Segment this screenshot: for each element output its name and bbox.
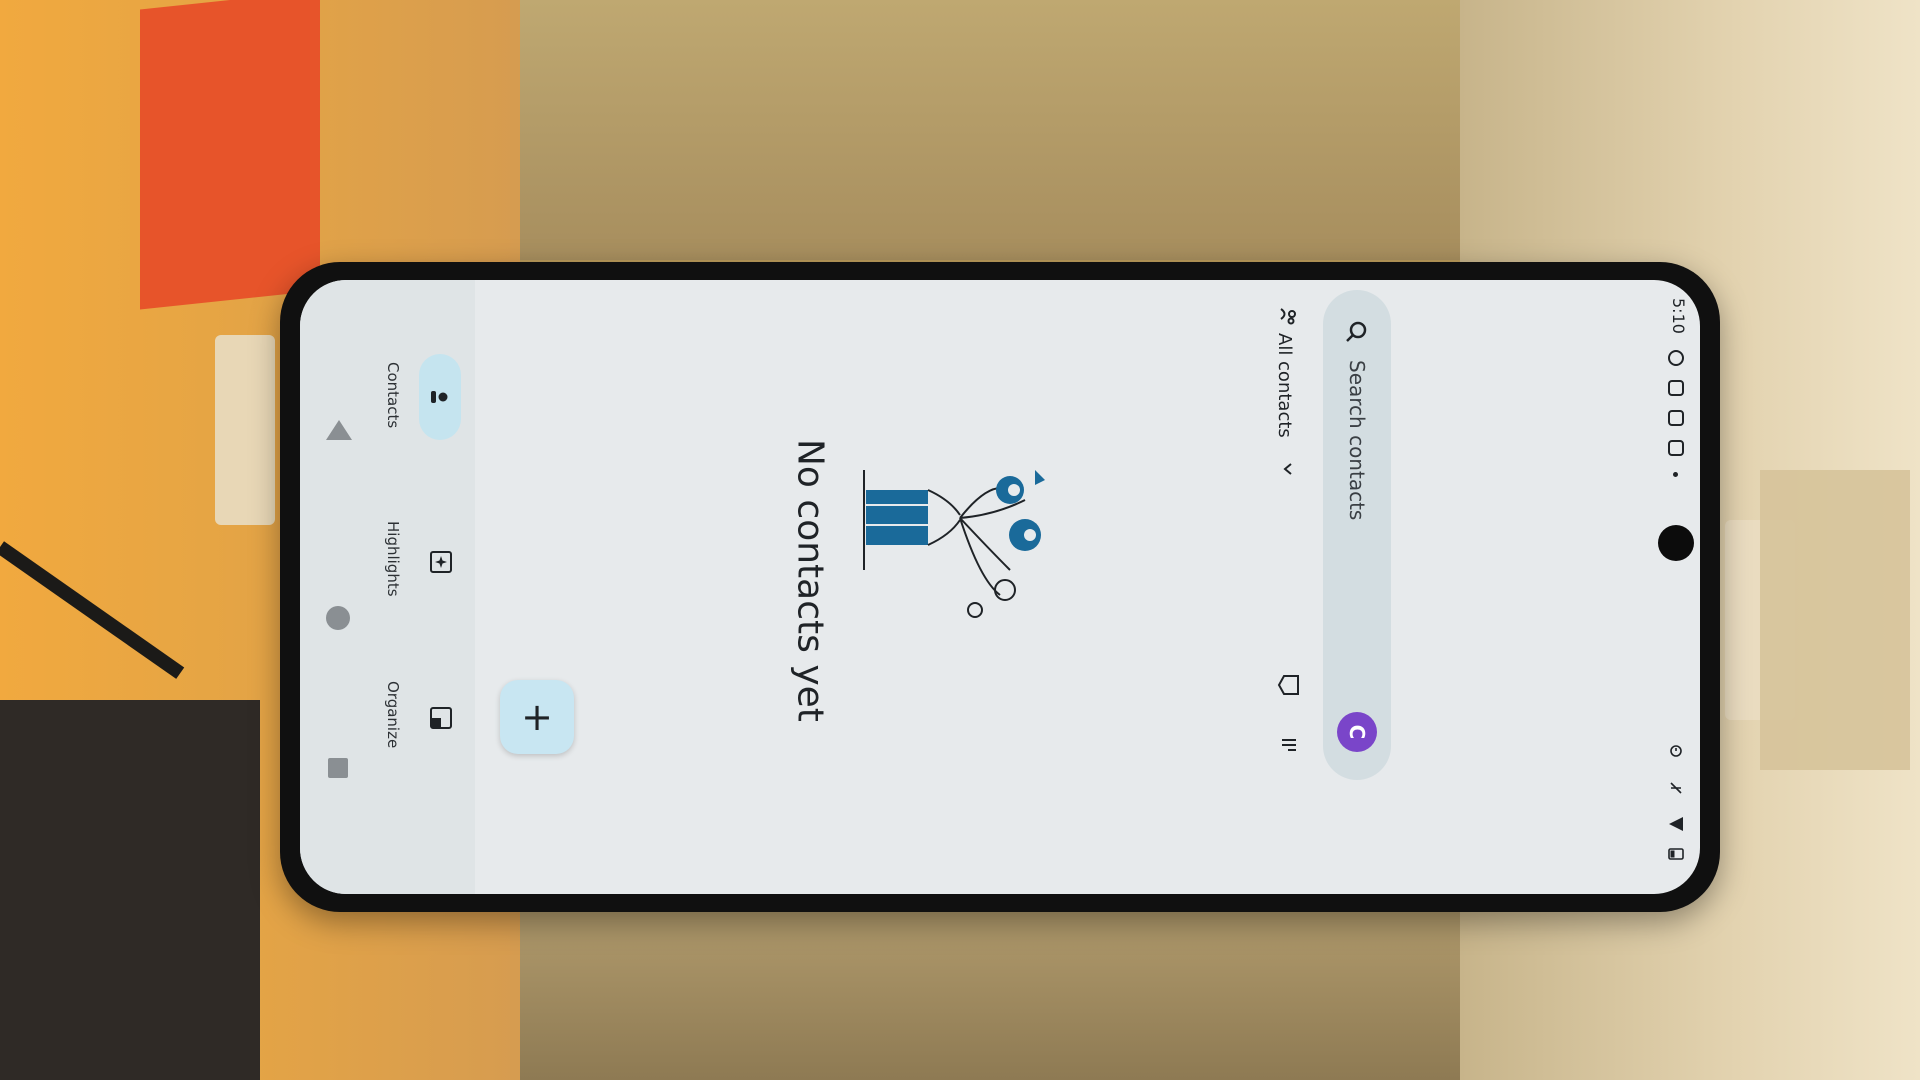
phone-holder-clamp — [215, 335, 275, 525]
nav-item-organize[interactable]: Organize — [375, 660, 475, 770]
person-icon — [419, 354, 461, 440]
highlights-icon — [421, 542, 461, 582]
system-navigation-bar — [318, 280, 358, 894]
system-back-button[interactable] — [326, 420, 352, 440]
chevron-down-icon — [1276, 457, 1300, 481]
search-icon — [1341, 316, 1373, 348]
add-contact-button[interactable]: + — [500, 680, 574, 754]
nav-item-highlights[interactable]: Highlights — [375, 504, 475, 614]
nav-item-label: Organize — [384, 681, 402, 749]
all-contacts-dropdown[interactable]: All contacts — [1268, 305, 1308, 485]
nav-item-label: Contacts — [384, 361, 402, 429]
label-icon[interactable] — [1272, 668, 1306, 702]
phone-device: Contacts Highlights Organize + No contac… — [280, 262, 1720, 912]
background-dark-block — [0, 700, 260, 1080]
empty-state-illustration — [863, 470, 1045, 618]
background-top — [520, 0, 1460, 260]
status-bar: 5:10 — [1648, 280, 1700, 894]
more-notifications-dot — [1673, 472, 1678, 477]
bottom-navigation: Contacts Highlights Organize — [300, 280, 475, 894]
system-recents-button[interactable] — [328, 758, 348, 778]
nav-item-contacts[interactable]: Contacts — [375, 340, 475, 450]
search-bar[interactable]: Search contacts C — [1323, 290, 1391, 780]
nav-item-label: Highlights — [384, 521, 402, 597]
sort-icon[interactable] — [1272, 728, 1306, 762]
notification-icon — [1668, 350, 1684, 366]
notification-icon — [1668, 440, 1684, 456]
status-time: 5:10 — [1669, 298, 1688, 334]
avatar[interactable]: C — [1337, 712, 1377, 752]
organize-icon — [421, 698, 461, 738]
search-placeholder: Search contacts — [1345, 360, 1369, 521]
alarm-icon — [1666, 740, 1686, 760]
phone-screen: Contacts Highlights Organize + No contac… — [300, 280, 1700, 894]
system-home-button[interactable] — [326, 606, 350, 630]
background-red-object — [140, 0, 320, 310]
accounts-icon — [1276, 305, 1300, 329]
battery-icon — [1666, 844, 1686, 864]
all-contacts-label: All contacts — [1274, 333, 1295, 438]
vibrate-off-icon — [1666, 778, 1686, 798]
background-warning-label — [1760, 470, 1910, 770]
background-bottom — [520, 910, 1460, 1080]
front-camera — [1658, 525, 1694, 561]
notification-icon — [1668, 410, 1684, 426]
plus-icon: + — [521, 695, 553, 739]
notification-icon — [1668, 380, 1684, 396]
empty-state-message: No contacts yet — [789, 438, 831, 722]
wifi-icon — [1666, 814, 1686, 834]
